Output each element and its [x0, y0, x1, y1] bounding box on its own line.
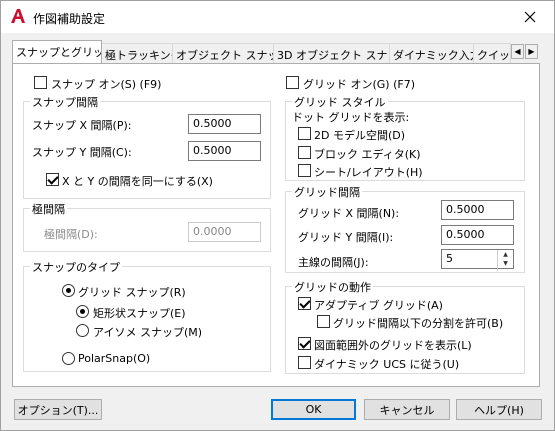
beyond-limits-checkbox[interactable]	[298, 337, 311, 350]
grid-spacing-title: グリッド間隔	[292, 184, 362, 200]
tab-scroll-right-button[interactable]: ▶	[525, 44, 538, 59]
tab-polar-tracking[interactable]: 極トラッキング	[101, 43, 173, 63]
grid-2d-model-checkbox[interactable]	[298, 127, 311, 140]
tab-3d-object-snap[interactable]: 3D オブジェクト スナップ	[273, 43, 390, 63]
polar-distance-input[interactable]: 0.0000	[188, 222, 261, 242]
adaptive-grid-checkbox[interactable]	[298, 297, 311, 310]
cancel-button[interactable]: キャンセル	[364, 399, 450, 420]
spin-up-icon[interactable]: ▲	[498, 250, 513, 259]
follow-ucs-checkbox[interactable]	[298, 356, 311, 369]
isometric-snap-radio[interactable]	[76, 324, 89, 337]
polar-distance-label: 極間隔(D):	[44, 228, 98, 241]
grid-x-input[interactable]: 0.5000	[441, 200, 514, 220]
grid-sheet-layout-label: シート/レイアウト(H)	[314, 166, 423, 179]
window-title: 作図補助設定	[33, 12, 106, 26]
snap-on-label: スナップ オン(S) (F9)	[51, 78, 162, 91]
grid-snap-radio[interactable]	[62, 284, 75, 297]
grid-2d-model-label: 2D モデル空間(D)	[314, 129, 406, 142]
grid-snap-label: グリッド スナップ(R)	[78, 286, 186, 299]
dialog-window: 作図補助設定 スナップとグリッド 極トラッキング オブジェクト スナップ 3D …	[0, 0, 555, 431]
major-line-value: 5	[446, 252, 453, 265]
polar-snap-label: PolarSnap(O)	[78, 352, 151, 365]
grid-style-group: グリッド スタイル ドット グリッドを表示: 2D モデル空間(D) ブロック …	[285, 94, 525, 181]
snap-type-group: スナップのタイプ グリッド スナップ(R) 矩形状スナップ(E) アイソメ スナ…	[23, 259, 271, 372]
tab-scroll-right-icon: ▶	[528, 47, 535, 56]
grid-block-editor-checkbox[interactable]	[298, 146, 311, 159]
follow-ucs-label: ダイナミック UCS に従う(U)	[314, 358, 460, 371]
snap-type-title: スナップのタイプ	[30, 259, 122, 275]
ok-button[interactable]: OK	[271, 399, 356, 420]
polar-spacing-group: 極間隔 極間隔(D): 0.0000	[23, 201, 271, 252]
major-line-label: 主線の間隔(J):	[298, 256, 369, 269]
grid-x-label: グリッド X 間隔(N):	[298, 207, 400, 220]
grid-spacing-group: グリッド間隔 グリッド X 間隔(N): 0.5000 グリッド Y 間隔(I)…	[285, 184, 525, 273]
snap-spacing-title: スナップ間隔	[30, 94, 100, 110]
tab-scroll-left-button[interactable]: ◀	[511, 44, 524, 59]
options-button[interactable]: オプション(T)...	[14, 399, 102, 420]
grid-on-checkbox[interactable]	[286, 76, 299, 89]
close-icon	[524, 11, 536, 22]
snap-x-input[interactable]: 0.5000	[188, 114, 261, 134]
tab-object-snap[interactable]: オブジェクト スナップ	[172, 43, 274, 63]
snap-on-checkbox[interactable]	[34, 76, 47, 89]
autocad-a-icon	[11, 9, 25, 23]
tab-snap-and-grid[interactable]: スナップとグリッド	[12, 40, 102, 63]
tab-quick-properties[interactable]: クイック	[473, 43, 511, 63]
isometric-snap-label: アイソメ スナップ(M)	[93, 326, 203, 339]
equal-xy-label: X と Y の間隔を同一にする(X)	[62, 175, 213, 188]
major-line-input[interactable]: 5 ▲ ▼	[441, 249, 514, 270]
tab-dynamic-input[interactable]: ダイナミック入力	[389, 43, 474, 63]
grid-behavior-group: グリッドの動作 アダプティブ グリッド(A) グリッド間隔以下の分割を許可(B)…	[285, 279, 525, 374]
snap-y-label: スナップ Y 間隔(C):	[32, 146, 132, 159]
equal-xy-checkbox[interactable]	[46, 173, 59, 186]
polar-spacing-title: 極間隔	[30, 201, 67, 217]
rectangular-snap-label: 矩形状スナップ(E)	[93, 307, 186, 320]
major-line-spinner[interactable]: ▲ ▼	[497, 250, 513, 270]
tab-scroll-left-icon: ◀	[514, 47, 521, 56]
grid-behavior-title: グリッドの動作	[292, 279, 373, 295]
spin-down-icon[interactable]: ▼	[498, 259, 513, 268]
subdivide-grid-checkbox[interactable]	[317, 315, 330, 328]
polar-snap-radio[interactable]	[62, 352, 75, 365]
grid-block-editor-label: ブロック エディタ(K)	[314, 148, 421, 161]
grid-y-input[interactable]: 0.5000	[441, 225, 514, 245]
tab-panel: スナップ オン(S) (F9) スナップ間隔 スナップ X 間隔(P): 0.5…	[12, 63, 540, 387]
snap-y-input[interactable]: 0.5000	[188, 141, 261, 161]
beyond-limits-label: 図面範囲外のグリッドを表示(L)	[314, 339, 472, 352]
snap-spacing-group: スナップ間隔 スナップ X 間隔(P): 0.5000 スナップ Y 間隔(C)…	[23, 94, 271, 199]
grid-y-label: グリッド Y 間隔(I):	[298, 231, 394, 244]
grid-on-label: グリッド オン(G) (F7)	[303, 78, 416, 91]
grid-style-title: グリッド スタイル	[292, 94, 388, 110]
adaptive-grid-label: アダプティブ グリッド(A)	[314, 299, 443, 312]
help-button[interactable]: ヘルプ(H)	[456, 399, 542, 420]
close-button[interactable]	[507, 1, 553, 32]
rectangular-snap-radio[interactable]	[76, 305, 89, 318]
subdivide-grid-label: グリッド間隔以下の分割を許可(B)	[333, 317, 504, 330]
snap-x-label: スナップ X 間隔(P):	[32, 119, 132, 132]
grid-style-subtitle: ドット グリッドを表示:	[292, 111, 410, 124]
grid-sheet-layout-checkbox[interactable]	[298, 164, 311, 177]
title-bar[interactable]: 作図補助設定	[1, 1, 554, 33]
